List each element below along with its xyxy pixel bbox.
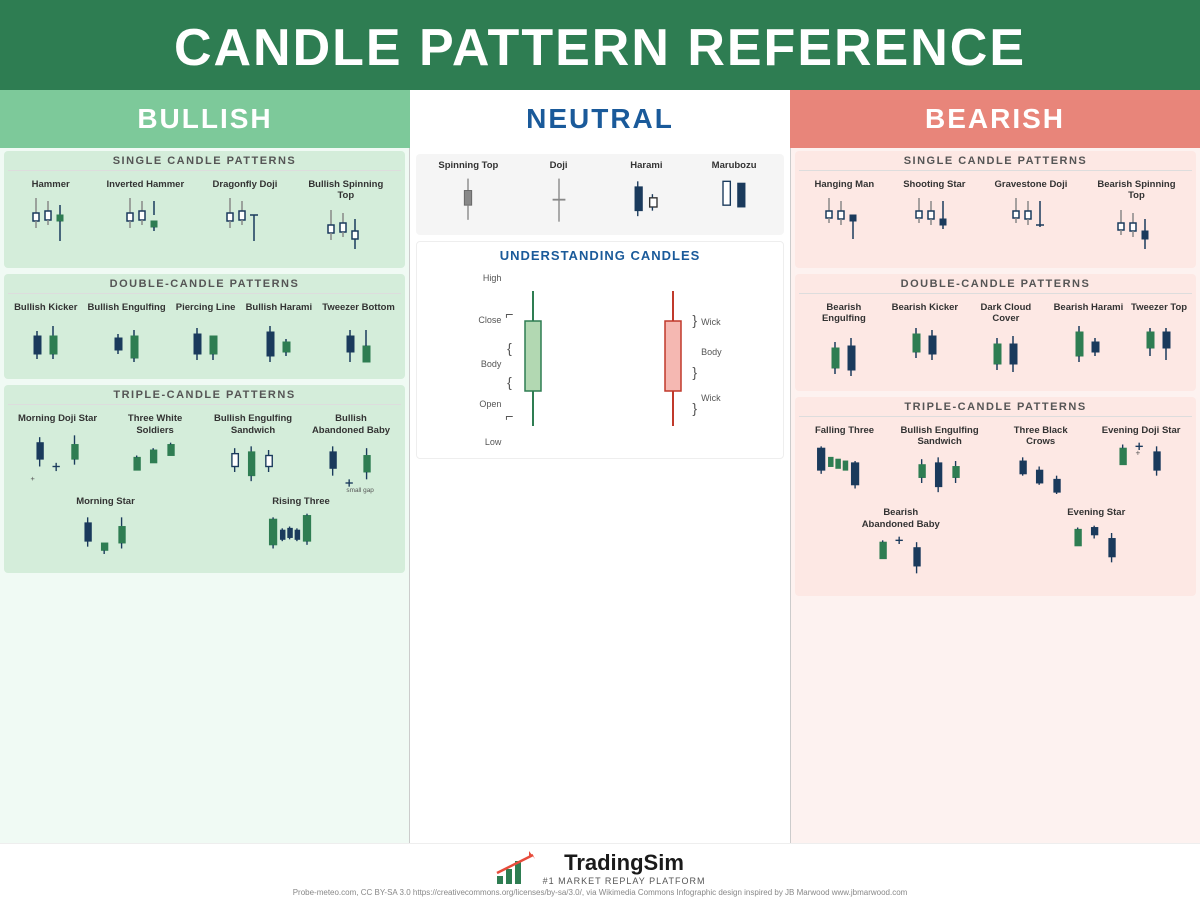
pattern-dark-cloud-cover: Dark Cloud Cover	[966, 302, 1046, 383]
pattern-doji: Doji	[531, 160, 586, 229]
neutral-column: Spinning Top Doji	[410, 148, 790, 843]
pattern-bullish-harami: Bullish Harami	[246, 302, 313, 371]
bullish-labels: High Close Body Open Low	[478, 269, 501, 452]
pattern-bearish-harami: Bearish Harami	[1054, 302, 1124, 371]
footer: TradingSim #1 MARKET REPLAY PLATFORM Pro…	[0, 843, 1200, 900]
pattern-bearish-spinning-top: Bearish Spinning Top	[1096, 179, 1176, 260]
bullish-triple-section: TRIPLE-CANDLE PATTERNS Morning Doji Star	[4, 385, 405, 573]
pattern-piercing-line-label: Piercing Line	[176, 302, 236, 313]
bearish-triple-title: TRIPLE-CANDLE PATTERNS	[799, 401, 1192, 417]
bullish-single-title: SINGLE CANDLE PATTERNS	[8, 155, 401, 171]
logo-sub: #1 MARKET REPLAY PLATFORM	[543, 876, 706, 886]
logo-area: TradingSim #1 MARKET REPLAY PLATFORM	[0, 850, 1200, 886]
pattern-bullish-harami-label: Bullish Harami	[246, 302, 313, 313]
pattern-bullish-kicker-label: Bullish Kicker	[14, 302, 77, 313]
svg-text:+: +	[30, 474, 34, 483]
pattern-bearish-kicker: Bearish Kicker	[892, 302, 959, 371]
bearish-labels: Wick Body Wick	[701, 313, 722, 408]
pattern-bullish-spinning-top: Bullish Spinning Top	[306, 179, 386, 260]
bullish-label: BULLISH	[137, 103, 272, 135]
bearish-single-title: SINGLE CANDLE PATTERNS	[799, 155, 1192, 171]
pattern-rising-three: Rising Three	[264, 496, 339, 565]
bullish-single-patterns: Hammer	[8, 175, 401, 264]
pattern-tweezer-bottom: Tweezer Bottom	[322, 302, 395, 371]
neutral-single-patterns: Spinning Top Doji	[422, 160, 778, 229]
understanding-title: UNDERSTANDING CANDLES	[423, 248, 777, 263]
bearish-single-patterns: Hanging Man	[799, 175, 1192, 264]
columns-header: BULLISH NEUTRAL BEARISH	[0, 90, 1200, 148]
bearish-brace-labels: } } }	[692, 306, 697, 416]
neutral-header: NEUTRAL	[410, 90, 790, 148]
neutral-label: NEUTRAL	[526, 103, 674, 135]
pattern-bullish-engulfing-label: Bullish Engulfing	[88, 302, 166, 313]
page: CANDLE PATTERN REFERENCE BULLISH NEUTRAL…	[0, 0, 1200, 900]
pattern-evening-star: Evening Star	[1062, 507, 1130, 576]
bullish-single-section: SINGLE CANDLE PATTERNS Hammer	[4, 151, 405, 268]
pattern-shooting-star: Shooting Star	[903, 179, 965, 248]
pattern-bullish-engulfing-sandwich: Bullish Engulfing Sandwich	[213, 413, 293, 494]
header: CANDLE PATTERN REFERENCE	[0, 0, 1200, 90]
pattern-dragonfly-doji-label: Dragonfly Doji	[213, 179, 278, 190]
bullish-column: SINGLE CANDLE PATTERNS Hammer	[0, 148, 410, 843]
pattern-marubozu: Marubozu	[707, 160, 762, 229]
brace-labels: ⌐ { { ⌐	[505, 291, 513, 431]
bullish-diagram: High Close Body Open Low ⌐ { { ⌐	[478, 269, 547, 452]
pattern-hanging-man: Hanging Man	[815, 179, 875, 248]
bullish-double-section: DOUBLE-CANDLE PATTERNS Bullish Kicker	[4, 274, 405, 379]
bearish-label: BEARISH	[925, 103, 1065, 135]
svg-text:small gap: small gap	[346, 487, 374, 494]
pattern-falling-three: Falling Three	[811, 425, 879, 494]
tradingsim-logo-icon	[495, 851, 535, 886]
bearish-diagram: } } } Wick Body Wick	[658, 286, 721, 436]
bullish-triple-patterns: Morning Doji Star +	[8, 409, 401, 569]
pattern-bullish-engulfing: Bullish Engulfing	[88, 302, 166, 371]
logo-main: TradingSim	[543, 850, 706, 876]
pattern-bearish-abandoned-baby: Bearish Abandoned Baby	[861, 507, 941, 588]
pattern-piercing-line: Piercing Line	[176, 302, 236, 371]
pattern-bearish-engulfing-sandwich: Bullish Engulfing Sandwich	[900, 425, 980, 506]
pattern-hammer-label: Hammer	[32, 179, 70, 190]
bearish-double-title: DOUBLE-CANDLE PATTERNS	[799, 278, 1192, 294]
pattern-hammer: Hammer	[23, 179, 78, 248]
pattern-gravestone-doji: Gravestone Doji	[995, 179, 1068, 248]
bearish-triple-section: TRIPLE-CANDLE PATTERNS Falling Three	[795, 397, 1196, 597]
svg-text:+: +	[1136, 448, 1141, 457]
bearish-double-patterns: Bearish Engulfing Bearish Kicker	[799, 298, 1192, 387]
pattern-inverted-hammer-label: Inverted Hammer	[107, 179, 185, 190]
bearish-header: BEARISH	[790, 90, 1200, 148]
bearish-double-section: DOUBLE-CANDLE PATTERNS Bearish Engulfing	[795, 274, 1196, 391]
pattern-tweezer-bottom-label: Tweezer Bottom	[322, 302, 395, 313]
pattern-morning-doji-star: Morning Doji Star +	[18, 413, 97, 482]
pattern-bearish-engulfing: Bearish Engulfing	[804, 302, 884, 383]
bullish-triple-title: TRIPLE-CANDLE PATTERNS	[8, 389, 401, 405]
bearish-candle-diagram	[658, 286, 688, 436]
pattern-spinning-top: Spinning Top	[438, 160, 498, 229]
pattern-evening-doji-star: Evening Doji Star +	[1102, 425, 1181, 494]
bullish-candle-diagram	[518, 286, 548, 436]
logo-text: TradingSim #1 MARKET REPLAY PLATFORM	[543, 850, 706, 886]
bearish-column: SINGLE CANDLE PATTERNS Hanging Man	[790, 148, 1200, 843]
understanding-candles-section: UNDERSTANDING CANDLES High Close Body Op…	[416, 241, 784, 459]
pattern-inverted-hammer: Inverted Hammer	[107, 179, 185, 248]
pattern-morning-star: Morning Star	[71, 496, 141, 565]
pattern-bullish-abandoned-baby: Bullish Abandoned Baby small gap	[311, 413, 391, 494]
bullish-header: BULLISH	[0, 90, 410, 148]
page-title: CANDLE PATTERN REFERENCE	[0, 18, 1200, 78]
bullish-double-patterns: Bullish Kicker Bullish Engulfing	[8, 298, 401, 375]
pattern-harami: Harami	[619, 160, 674, 229]
candle-diagrams: High Close Body Open Low ⌐ { { ⌐	[423, 269, 777, 452]
pattern-dragonfly-doji: Dragonfly Doji	[213, 179, 278, 248]
pattern-tweezer-top: Tweezer Top	[1131, 302, 1187, 371]
footnote: Probe-meteo.com, CC BY-SA 3.0 https://cr…	[0, 888, 1200, 897]
pattern-three-white-soldiers: Three White Soldiers	[115, 413, 195, 494]
bullish-double-title: DOUBLE-CANDLE PATTERNS	[8, 278, 401, 294]
pattern-bullish-spinning-top-label: Bullish Spinning Top	[306, 179, 386, 202]
pattern-three-black-crows: Three Black Crows	[1001, 425, 1081, 506]
pattern-bullish-kicker: Bullish Kicker	[14, 302, 77, 371]
bearish-triple-patterns: Falling Three	[799, 421, 1192, 593]
main-content: SINGLE CANDLE PATTERNS Hammer	[0, 148, 1200, 843]
bearish-single-section: SINGLE CANDLE PATTERNS Hanging Man	[795, 151, 1196, 268]
neutral-single-section: Spinning Top Doji	[416, 154, 784, 235]
